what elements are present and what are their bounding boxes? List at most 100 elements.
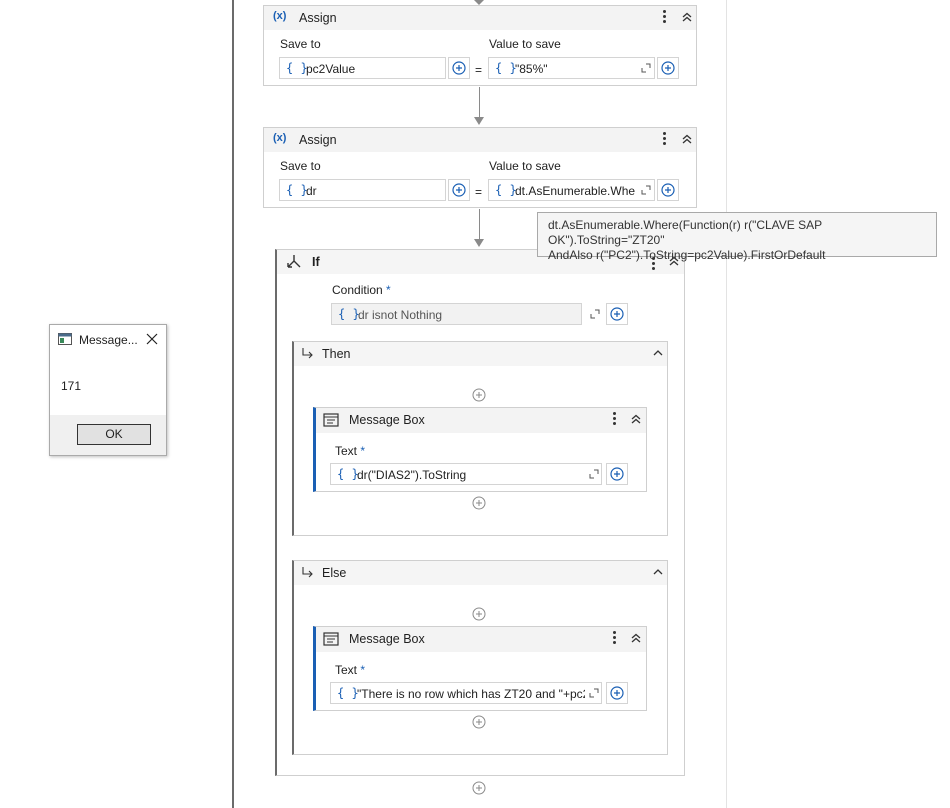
condition-value: dr isnot Nothing — [358, 308, 443, 322]
add-activity-icon[interactable] — [472, 607, 486, 621]
plus-circle-icon — [452, 61, 466, 75]
expression-brace-icon: { } — [286, 183, 308, 197]
connector-arrow-1 — [474, 117, 484, 125]
add-activity-icon[interactable] — [472, 388, 486, 402]
collapse-icon[interactable] — [651, 346, 665, 360]
else-msg-title: Message Box — [349, 632, 425, 646]
value-to-save-field[interactable]: { } dt.AsEnumerable.Whe — [488, 179, 655, 201]
collapse-icon[interactable] — [680, 132, 694, 146]
variable-x-icon: (x) — [273, 132, 287, 144]
save-to-plus-button[interactable] — [448, 57, 470, 79]
plus-circle-icon — [610, 686, 624, 700]
condition-plus-button[interactable] — [606, 303, 628, 325]
collapse-icon[interactable] — [651, 565, 665, 579]
plus-circle-icon — [610, 307, 624, 321]
assign-2-header[interactable]: (x) Assign — [264, 128, 696, 152]
text-value: "There is no row which has ZT20 and "+pc… — [357, 687, 585, 701]
add-activity-icon[interactable] — [472, 715, 486, 729]
plus-circle-icon — [661, 61, 675, 75]
then-header[interactable]: Then — [294, 342, 667, 366]
if-branch-icon — [287, 255, 301, 268]
dialog-body: 171 — [50, 355, 166, 415]
collapse-icon[interactable] — [629, 631, 643, 645]
expression-brace-icon: { } — [337, 467, 359, 481]
then-message-box[interactable]: Message Box Text * { } dr("DIAS2").ToStr… — [313, 407, 647, 492]
else-message-box[interactable]: Message Box Text * { } "There is no row … — [313, 626, 647, 711]
connector-arrow-2 — [474, 239, 484, 247]
save-to-value: pc2Value — [306, 62, 356, 76]
plus-circle-icon — [610, 467, 624, 481]
expression-brace-icon: { } — [338, 307, 360, 321]
more-options-icon[interactable] — [663, 9, 667, 25]
equals-sign: = — [475, 185, 483, 199]
expression-brace-icon: { } — [286, 61, 308, 75]
save-to-field[interactable]: { } dr — [279, 179, 446, 201]
value-to-save-field[interactable]: { } "85%" — [488, 57, 655, 79]
collapse-icon[interactable] — [629, 412, 643, 426]
designer-right-border — [726, 0, 727, 808]
expand-editor-icon[interactable] — [590, 309, 600, 319]
text-plus-button[interactable] — [606, 682, 628, 704]
plus-circle-icon — [452, 183, 466, 197]
assign-activity-2[interactable]: (x) Assign Save to Value to save { } dr … — [263, 127, 697, 208]
message-box-icon — [323, 413, 339, 427]
more-options-icon[interactable] — [613, 630, 617, 646]
text-value: dr("DIAS2").ToString — [357, 468, 467, 482]
value-to-save-label: Value to save — [489, 159, 561, 173]
expression-brace-icon: { } — [495, 61, 517, 75]
message-dialog[interactable]: Message... 171 OK — [49, 324, 167, 456]
save-to-value: dr — [306, 184, 317, 198]
else-header[interactable]: Else — [294, 561, 667, 585]
assign-activity-1[interactable]: (x) Assign Save to Value to save { } pc2… — [263, 5, 697, 86]
else-title: Else — [322, 566, 347, 580]
value-to-save-value: dt.AsEnumerable.Whe — [515, 184, 635, 198]
assign-1-header[interactable]: (x) Assign — [264, 6, 696, 30]
designer-left-border — [232, 0, 234, 808]
save-to-label: Save to — [280, 159, 321, 173]
connector-2 — [479, 209, 480, 239]
save-to-label: Save to — [280, 37, 321, 51]
else-msg-header[interactable]: Message Box — [316, 627, 646, 652]
branch-arrow-icon — [302, 348, 313, 359]
value-to-save-value: "85%" — [515, 62, 548, 76]
ok-button[interactable]: OK — [77, 424, 151, 445]
more-options-icon[interactable] — [663, 131, 667, 147]
expression-brace-icon: { } — [495, 183, 517, 197]
then-title: Then — [322, 347, 351, 361]
text-label: Text * — [335, 444, 366, 458]
window-icon — [58, 333, 72, 345]
then-msg-header[interactable]: Message Box — [316, 408, 646, 433]
value-plus-button[interactable] — [657, 179, 679, 201]
variable-x-icon: (x) — [273, 10, 287, 22]
add-activity-icon[interactable] — [472, 781, 486, 795]
collapse-icon[interactable] — [680, 10, 694, 24]
assign-1-title: Assign — [299, 11, 337, 25]
add-activity-icon[interactable] — [472, 496, 486, 510]
close-icon[interactable] — [146, 333, 158, 345]
expand-editor-icon[interactable] — [641, 185, 651, 195]
value-plus-button[interactable] — [657, 57, 679, 79]
more-options-icon[interactable] — [613, 411, 617, 427]
condition-field[interactable]: { } dr isnot Nothing — [331, 303, 600, 325]
dialog-title: Message... — [79, 333, 138, 347]
text-field[interactable]: { } dr("DIAS2").ToString — [330, 463, 602, 485]
tooltip-line-2: AndAlso r("PC2").ToString=pc2Value).Firs… — [548, 248, 826, 262]
dialog-title-bar[interactable]: Message... — [50, 325, 166, 355]
save-to-field[interactable]: { } pc2Value — [279, 57, 446, 79]
tooltip-line-1: dt.AsEnumerable.Where(Function(r) r("CLA… — [548, 218, 822, 247]
expand-editor-icon[interactable] — [589, 688, 599, 698]
message-box-icon — [323, 632, 339, 646]
plus-circle-icon — [661, 183, 675, 197]
value-to-save-label: Value to save — [489, 37, 561, 51]
expand-editor-icon[interactable] — [641, 63, 651, 73]
equals-sign: = — [475, 63, 483, 77]
expand-editor-icon[interactable] — [589, 469, 599, 479]
text-field[interactable]: { } "There is no row which has ZT20 and … — [330, 682, 602, 704]
then-msg-title: Message Box — [349, 413, 425, 427]
text-label: Text * — [335, 663, 366, 677]
save-to-plus-button[interactable] — [448, 179, 470, 201]
expression-tooltip: dt.AsEnumerable.Where(Function(r) r("CLA… — [537, 212, 937, 262]
if-title: If — [312, 255, 320, 269]
text-plus-button[interactable] — [606, 463, 628, 485]
expression-brace-icon: { } — [337, 686, 359, 700]
